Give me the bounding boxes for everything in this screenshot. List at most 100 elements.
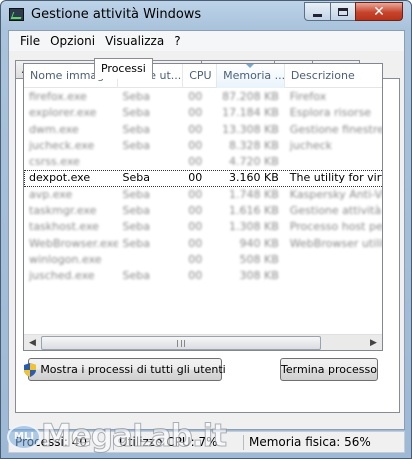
scroll-left-arrow-icon[interactable]: ◀	[24, 335, 41, 350]
cell-image-name: jucheck.exe	[29, 138, 95, 152]
cell-cpu: 00	[188, 204, 203, 218]
cell-description: Firefox	[289, 90, 327, 103]
column-header-memory-label: Memoria ...	[223, 69, 285, 82]
cell-cpu: 00	[188, 155, 203, 169]
cell-memory: 1.616 KB	[229, 204, 279, 218]
scroll-right-arrow-icon[interactable]: ▶	[365, 335, 382, 350]
cell-image-name: WebBrowser.exe	[29, 236, 118, 250]
cell-image-name: taskmgr.exe	[29, 204, 97, 218]
cell-description: WebBrowser utility	[289, 236, 382, 250]
cell-cpu: 00	[188, 187, 203, 201]
cell-image-name: dexpot.exe	[29, 171, 91, 185]
cell-memory: 508 KB	[239, 252, 279, 266]
cell-user-name: Seba	[122, 204, 151, 218]
show-all-processes-button[interactable]: Mostra i processi di tutti gli utenti	[24, 358, 226, 381]
maximize-button[interactable]	[330, 2, 356, 21]
tab-processi[interactable]: Processi	[93, 58, 153, 79]
process-rows: firefox.exe Seba 00 87.208 KB Firefox explore…	[24, 89, 382, 285]
cell-description	[285, 268, 382, 284]
cell-memory: 87.208 KB	[222, 90, 279, 103]
horizontal-scrollbar[interactable]: ◀ ▶	[24, 334, 382, 350]
table-row[interactable]: jusched.exe Seba 00 308 KB	[24, 268, 382, 284]
status-cpu-usage: Utilizzo CPU: 7%	[119, 435, 218, 449]
cell-image-name: jusched.exe	[29, 269, 95, 283]
end-process-label: Termina processo	[281, 363, 377, 376]
table-row[interactable]: avp.exe Seba 00 1.748 KB Kaspersky Anti-Viru…	[24, 187, 382, 203]
maximize-icon	[338, 7, 348, 16]
table-row[interactable]: firefox.exe Seba 00 87.208 KB Firefox	[24, 89, 382, 105]
menu-bar: File Opzioni Visualizza ?	[9, 31, 404, 51]
menu-view[interactable]: Visualizza	[100, 34, 169, 48]
table-row[interactable]: taskhost.exe Seba 00 1.308 KB Processo host …	[24, 219, 382, 235]
cell-user-name: Seba	[122, 138, 151, 152]
status-separator	[243, 435, 244, 450]
column-header-memory[interactable]: Memoria ...	[217, 64, 285, 88]
minimize-icon	[313, 13, 322, 17]
cell-user-name: Seba	[122, 236, 151, 250]
cell-user-name: Seba	[122, 187, 151, 201]
table-row[interactable]: WebBrowser.exe Seba 00 940 KB WebBrowser uti…	[24, 236, 382, 252]
cell-memory: 3.160 KB	[229, 171, 279, 185]
process-list[interactable]: Nome immagine Nome ut... CPU Memoria ...…	[23, 63, 383, 351]
cell-memory: 4.720 KB	[229, 155, 279, 169]
close-button[interactable]: ✕	[355, 2, 403, 21]
status-bar: Processi: 40 Utilizzo CPU: 7% Memoria fi…	[8, 431, 405, 453]
cell-user-name: Seba	[122, 269, 151, 283]
cell-image-name: dwm.exe	[29, 122, 79, 136]
cell-user-name	[118, 252, 184, 268]
cell-memory: 1.308 KB	[229, 220, 279, 234]
end-process-button[interactable]: Termina processo	[280, 358, 378, 381]
cell-description: jucheck	[289, 138, 333, 152]
table-row[interactable]: taskmgr.exe Seba 00 1.616 KB Gestione attivi…	[24, 203, 382, 219]
cell-image-name: avp.exe	[29, 187, 73, 201]
sort-descending-icon	[246, 64, 255, 68]
cell-description: Gestione attività Windows	[289, 204, 382, 218]
cell-user-name	[118, 154, 184, 170]
cell-cpu: 00	[188, 269, 203, 283]
cell-image-name: firefox.exe	[29, 90, 87, 103]
menu-file[interactable]: File	[15, 34, 45, 48]
cell-cpu: 00	[188, 106, 203, 120]
cell-memory: 13.308 KB	[222, 122, 279, 136]
process-list-viewport: Nome immagine Nome ut... CPU Memoria ...…	[24, 64, 382, 334]
cell-cpu: 00	[188, 252, 203, 266]
minimize-button[interactable]	[304, 2, 331, 21]
status-separator	[113, 435, 114, 450]
status-processes: Processi: 40	[15, 435, 87, 449]
grip-icon	[177, 339, 185, 347]
cell-cpu: 00	[188, 171, 203, 185]
show-all-processes-label: Mostra i processi di tutti gli utenti	[40, 363, 226, 376]
cell-user-name: Seba	[122, 171, 151, 185]
cell-user-name: Seba	[122, 220, 151, 234]
cell-memory: 940 KB	[239, 236, 279, 250]
menu-options[interactable]: Opzioni	[45, 34, 100, 48]
table-row[interactable]: csrss.exe 00 4.720 KB	[24, 154, 382, 170]
table-row[interactable]: explorer.exe Seba 00 17.184 KB Esplora risor…	[24, 105, 382, 121]
table-row[interactable]: jucheck.exe Seba 00 8.328 KB jucheck	[24, 138, 382, 154]
cell-image-name: explorer.exe	[29, 106, 97, 120]
menu-help[interactable]: ?	[169, 34, 185, 48]
task-manager-icon	[9, 8, 24, 21]
table-row[interactable]: winlogon.exe 00 508 KB	[24, 252, 382, 268]
window-title: Gestione attività Windows	[31, 7, 202, 22]
uac-shield-icon	[24, 362, 37, 377]
status-physical-memory: Memoria fisica: 56%	[249, 435, 371, 449]
cell-description: The utility for virtual desktops	[289, 171, 382, 185]
close-icon: ✕	[373, 3, 385, 20]
cell-description: Gestione finestre	[289, 122, 382, 136]
title-bar[interactable]: Gestione attività Windows ✕	[1, 1, 411, 29]
list-header: Nome immagine Nome ut... CPU Memoria ...…	[24, 64, 382, 88]
table-row-selected[interactable]: dexpot.exe Seba 00 3.160 KB The utility for …	[24, 170, 382, 187]
cell-description: Processo host per	[289, 220, 382, 234]
cell-image-name: winlogon.exe	[29, 252, 102, 266]
scrollbar-thumb[interactable]	[41, 336, 321, 350]
column-header-description[interactable]: Descrizione	[285, 64, 382, 88]
column-header-cpu[interactable]: CPU	[183, 64, 218, 88]
cell-description: Esplora risorse	[289, 106, 372, 120]
cell-image-name: taskhost.exe	[29, 220, 99, 234]
cell-memory: 1.748 KB	[229, 187, 279, 201]
cell-user-name: Seba	[122, 90, 151, 103]
table-row[interactable]: dwm.exe Seba 00 13.308 KB Gestione finestre	[24, 122, 382, 138]
task-manager-window: Gestione attività Windows ✕ File Opzioni…	[0, 0, 412, 459]
cell-description: Kaspersky Anti-Virus	[289, 187, 382, 201]
